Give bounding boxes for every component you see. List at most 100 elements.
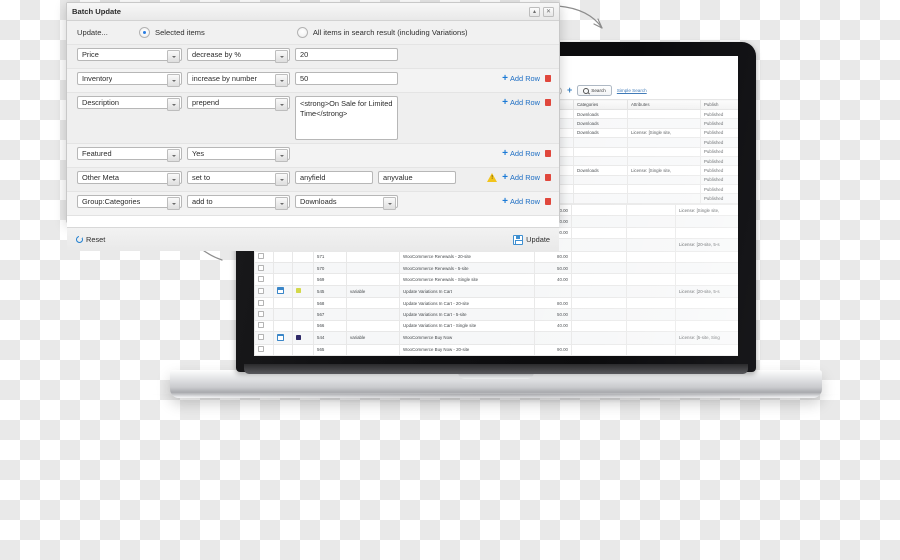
cell-product-name[interactable]: Update Variations In Cart	[399, 284, 535, 299]
field-select[interactable]: Description	[77, 96, 182, 111]
row-checkbox-cell[interactable]	[254, 273, 274, 286]
checkbox-icon[interactable]	[258, 322, 264, 329]
column-header-attributes[interactable]: Attributes	[627, 99, 701, 110]
row-expand-cell[interactable]	[273, 296, 293, 310]
checkbox-icon[interactable]	[258, 275, 264, 282]
meta-value-input[interactable]: anyvalue	[378, 171, 456, 184]
checkbox-icon[interactable]	[258, 287, 264, 294]
chevron-down-icon[interactable]	[167, 98, 180, 111]
row-expand-cell[interactable]	[273, 273, 293, 286]
expand-icon[interactable]	[277, 333, 284, 341]
table-row[interactable]: 571WooCommerce Renewals - 20-site80.00Pu…	[254, 250, 738, 263]
action-select[interactable]: set to	[187, 171, 290, 186]
table-row[interactable]: 567 Update Variations In Cart - 5-site 50.…	[254, 308, 738, 321]
field-select[interactable]: Group:Categories	[77, 195, 182, 210]
meta-key-input[interactable]: anyfield	[295, 171, 373, 184]
table-row[interactable]: 570WooCommerce Renewals - 5-site50.00Pub…	[254, 261, 738, 275]
row-expand-cell[interactable]	[273, 250, 293, 263]
row-checkbox-cell[interactable]	[254, 250, 274, 263]
add-row-button[interactable]: + Add Row	[502, 172, 540, 182]
checkbox-icon[interactable]	[258, 334, 264, 341]
table-row[interactable]: 568 Update Variations In Cart - 20-site 80…	[254, 296, 738, 310]
checkbox-icon[interactable]	[258, 311, 264, 318]
table-row[interactable]: 545 variable Update Variations In Cart Lice…	[254, 284, 738, 299]
close-icon[interactable]: ✕	[543, 6, 554, 17]
search-button[interactable]: Search	[577, 85, 612, 96]
cell-product-name[interactable]: WooCommerce Renewals - 20-site	[399, 250, 535, 263]
chevron-down-icon[interactable]	[383, 197, 396, 210]
row-expand-cell[interactable]	[273, 261, 293, 275]
action-select[interactable]: Yes	[187, 147, 290, 162]
table-row[interactable]: 564WooCommerce Buy Now - 5-site60.00Publ…	[254, 354, 738, 356]
cell-product-name[interactable]: WooCommerce Buy Now - 5-site	[399, 354, 535, 356]
chevron-down-icon[interactable]	[167, 50, 180, 63]
update-button[interactable]: Update	[513, 234, 550, 245]
chevron-down-icon[interactable]	[167, 197, 180, 210]
row-checkbox-cell[interactable]	[254, 284, 274, 299]
delete-row-button[interactable]	[545, 149, 551, 158]
chevron-down-icon[interactable]	[275, 74, 288, 87]
cell-product-name[interactable]: WooCommerce Renewals - Single site	[399, 273, 535, 286]
column-header-publish[interactable]: Publish	[700, 99, 738, 110]
row-checkbox-cell[interactable]	[254, 354, 274, 356]
row-checkbox-cell[interactable]	[254, 308, 274, 321]
field-select[interactable]: Featured	[77, 147, 182, 162]
reset-button[interactable]: Reset	[76, 235, 105, 244]
delete-row-button[interactable]	[545, 74, 551, 83]
row-expand-cell[interactable]	[273, 319, 293, 333]
delete-row-button[interactable]	[545, 197, 551, 206]
value-textarea[interactable]: <strong>On Sale for Limited Time</strong…	[295, 96, 398, 140]
add-row-button[interactable]: + Add Row	[502, 148, 540, 158]
radio-icon-selected[interactable]	[139, 27, 150, 38]
row-checkbox-cell[interactable]	[254, 296, 274, 310]
chevron-down-icon[interactable]	[275, 50, 288, 63]
minimize-icon[interactable]: ▴	[529, 6, 540, 17]
add-row-button[interactable]: + Add Row	[502, 196, 540, 206]
field-select[interactable]: Other Meta	[77, 171, 182, 186]
action-select[interactable]: prepend	[187, 96, 290, 111]
delete-row-button[interactable]	[545, 173, 551, 182]
row-expand-cell[interactable]	[273, 331, 293, 345]
cell-product-name[interactable]: Update Variations In Cart - 5-site	[399, 308, 535, 321]
add-row-button[interactable]: + Add Row	[502, 73, 540, 83]
value-input[interactable]: 50	[295, 72, 398, 85]
chevron-down-icon[interactable]	[275, 149, 288, 162]
expand-icon[interactable]	[277, 287, 284, 295]
delete-row-button[interactable]	[545, 98, 551, 107]
chevron-down-icon[interactable]	[275, 98, 288, 111]
action-select[interactable]: increase by number	[187, 72, 290, 87]
radio-icon-all[interactable]	[296, 27, 308, 38]
value-select[interactable]: Downloads	[295, 195, 398, 210]
plus-icon[interactable]: +	[567, 86, 572, 95]
value-input[interactable]: 20	[295, 48, 398, 61]
row-checkbox-cell[interactable]	[254, 319, 274, 333]
field-select[interactable]: Inventory	[77, 72, 182, 87]
row-expand-cell[interactable]	[273, 308, 293, 321]
add-row-button[interactable]: + Add Row	[502, 97, 540, 107]
column-header-categories[interactable]: Categories	[573, 99, 628, 110]
table-row[interactable]: 565WooCommerce Buy Now - 20-site90.00Pub…	[254, 343, 738, 356]
radio-selected-items[interactable]: Selected items	[139, 27, 205, 38]
row-expand-cell[interactable]	[273, 343, 293, 356]
row-checkbox-cell[interactable]	[254, 261, 274, 275]
cell-product-name[interactable]: Update Variations In Cart - Single site	[399, 319, 535, 333]
action-select[interactable]: add to	[187, 195, 290, 210]
table-row[interactable]: 544 variable WooCommerce Buy Now License: […	[254, 331, 738, 345]
cell-product-name[interactable]: WooCommerce Buy Now	[399, 331, 535, 345]
table-row[interactable]: 566 Update Variations In Cart - Single si…	[254, 319, 738, 333]
chevron-down-icon[interactable]	[167, 173, 180, 186]
row-checkbox-cell[interactable]	[254, 343, 274, 356]
checkbox-icon[interactable]	[258, 264, 264, 271]
checkbox-icon[interactable]	[258, 346, 264, 353]
row-expand-cell[interactable]	[273, 284, 293, 299]
dialog-titlebar[interactable]: Batch Update ▴ ✕	[67, 3, 559, 21]
checkbox-icon[interactable]	[258, 253, 264, 260]
row-checkbox-cell[interactable]	[254, 331, 274, 345]
simple-search-link[interactable]: Simple Search	[617, 88, 647, 93]
action-select[interactable]: decrease by %	[187, 48, 290, 63]
cell-product-name[interactable]: WooCommerce Buy Now - 20-site	[399, 343, 535, 356]
chevron-down-icon[interactable]	[275, 197, 288, 210]
cell-product-name[interactable]: WooCommerce Renewals - 5-site	[399, 261, 535, 275]
row-expand-cell[interactable]	[273, 354, 293, 356]
radio-all-items[interactable]: All items in search result (including Va…	[296, 27, 468, 38]
